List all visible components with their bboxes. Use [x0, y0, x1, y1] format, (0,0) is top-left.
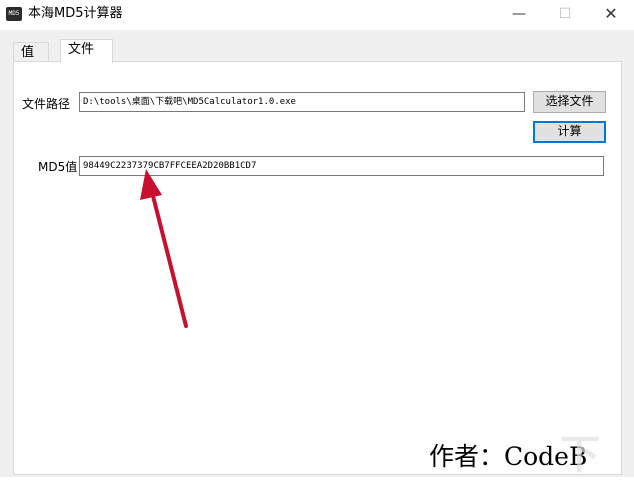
- file-path-label: 文件路径: [22, 97, 71, 111]
- md5-output-field[interactable]: 98449C2237379CB7FFCEEA2D20BB1CD7: [79, 156, 604, 176]
- app-icon: MD5: [6, 7, 22, 21]
- compute-button[interactable]: 计算: [533, 121, 606, 143]
- window-title: 本海MD5计算器: [28, 6, 123, 21]
- close-button[interactable]: ✕: [588, 0, 634, 30]
- choose-file-button[interactable]: 选择文件: [533, 91, 606, 113]
- tab-file[interactable]: 文件: [60, 39, 113, 63]
- maximize-button[interactable]: ☐: [542, 0, 588, 30]
- tab-panel-file: 文件路径 D:\tools\桌面\下载吧\MD5Calculator1.0.ex…: [13, 61, 622, 475]
- minimize-button[interactable]: —: [496, 0, 542, 30]
- file-path-input[interactable]: D:\tools\桌面\下载吧\MD5Calculator1.0.exe: [79, 92, 525, 112]
- watermark-logo: 下: [560, 432, 600, 478]
- tab-value[interactable]: 值: [13, 42, 49, 62]
- client-area: 值 文件 文件路径 D:\tools\桌面\下载吧\MD5Calculator1…: [0, 30, 634, 478]
- title-bar: MD5 本海MD5计算器 — ☐ ✕: [0, 0, 634, 30]
- md5-label: MD5值: [38, 160, 78, 174]
